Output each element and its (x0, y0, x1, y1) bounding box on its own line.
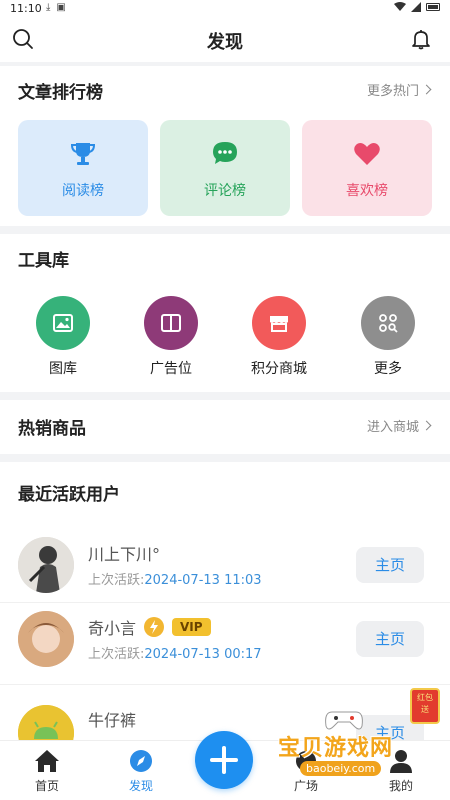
tools-title: 工具库 (18, 251, 69, 271)
chevron-right-icon (421, 420, 432, 431)
ranking-section: 文章排行榜 更多热门 阅读榜 评论榜 喜欢榜 (0, 66, 450, 226)
avatar[interactable] (18, 705, 74, 740)
user-home-button[interactable]: 主页 (356, 547, 424, 583)
user-name: 川上下川° (88, 541, 160, 565)
tool-gallery-circle (36, 296, 90, 350)
user-last-active: 上次活跃:2024-07-13 11:03 (88, 569, 262, 588)
grid-search-icon (379, 314, 398, 333)
last-active-prefix: 上次活跃: (88, 573, 145, 588)
page-title: 发现 (207, 32, 243, 53)
user-row: 奇小言 VIP 上次活跃:2024-07-13 00:17 主页 (0, 602, 450, 674)
rank-comment-label: 评论榜 (204, 183, 246, 199)
status-bar: 11:10 ⤓ ▣ (0, 0, 450, 18)
tab-discover[interactable]: 发现 (111, 749, 171, 794)
rank-read-label: 阅读榜 (62, 183, 104, 199)
tool-gallery-label: 图库 (49, 361, 77, 377)
last-active-time: 2024-07-13 11:03 (144, 573, 262, 588)
bell-icon[interactable] (410, 28, 432, 50)
tool-points-mall[interactable]: 积分商城 (234, 296, 324, 378)
download-icon: ⤓ (46, 2, 51, 13)
tool-more-label: 更多 (374, 361, 402, 377)
compass-icon (130, 750, 152, 772)
wifi-icon (394, 2, 406, 11)
hot-products-title: 热销商品 (18, 419, 86, 439)
last-active-prefix: 上次活跃: (88, 647, 145, 662)
user-name-text: 奇小言 (88, 619, 137, 638)
heart-icon (354, 143, 380, 165)
shop-icon (270, 316, 288, 332)
active-users-title: 最近活跃用户 (18, 485, 120, 505)
ranking-title: 文章排行榜 (18, 83, 103, 103)
book-icon (161, 314, 181, 332)
top-app-bar: 发现 (0, 18, 450, 62)
gamepad-icon (325, 711, 363, 730)
avatar-illustration (18, 611, 74, 667)
android-icon (18, 705, 74, 740)
user-name: 牛仔裤 (88, 707, 136, 731)
tool-more[interactable]: 更多 (343, 296, 433, 378)
app-notification-icon: ▣ (56, 2, 66, 13)
rank-card-comment[interactable]: 评论榜 (160, 120, 290, 216)
red-envelope-icon[interactable]: 红包送 (410, 688, 440, 724)
tab-discover-label: 发现 (128, 779, 153, 793)
tool-ad-circle (144, 296, 198, 350)
signal-icon (411, 2, 421, 12)
more-hot-link[interactable]: 更多热门 (366, 80, 432, 99)
image-icon (53, 314, 73, 332)
trophy-icon (70, 143, 96, 165)
user-name-text: 川上下川° (88, 545, 161, 564)
hot-products-section: 热销商品 进入商城 (0, 400, 450, 454)
tool-mall-circle (252, 296, 306, 350)
tool-ad-label: 广告位 (150, 361, 192, 377)
more-hot-label: 更多热门 (366, 84, 419, 99)
vip-badge: VIP (172, 618, 211, 636)
watermark-text: 宝贝游戏网 (278, 736, 394, 761)
user-last-active: 上次活跃:2024-07-13 00:17 (88, 643, 262, 662)
rank-card-read[interactable]: 阅读榜 (18, 120, 148, 216)
status-right-icons (394, 2, 440, 12)
tool-ad-slot[interactable]: 广告位 (126, 296, 216, 378)
watermark-url: baobeiy.com (300, 761, 382, 776)
status-notification-icons: ⤓ ▣ (46, 2, 66, 13)
avatar[interactable] (18, 537, 74, 593)
chevron-right-icon (421, 84, 432, 95)
battery-icon (426, 3, 440, 11)
tool-mall-label: 积分商城 (251, 361, 307, 377)
user-name: 奇小言 VIP (88, 615, 211, 639)
user-row: 川上下川° 上次活跃:2024-07-13 11:03 主页 (0, 529, 450, 601)
rank-like-label: 喜欢榜 (346, 183, 388, 199)
status-time: 11:10 (10, 2, 42, 15)
avatar[interactable] (18, 611, 74, 667)
chat-bubble-icon (213, 142, 237, 164)
rank-card-like[interactable]: 喜欢榜 (302, 120, 432, 216)
enter-mall-label: 进入商城 (366, 420, 419, 435)
tool-gallery[interactable]: 图库 (18, 296, 108, 378)
enter-mall-link[interactable]: 进入商城 (366, 416, 432, 435)
user-name-text: 牛仔裤 (88, 711, 137, 730)
tab-home[interactable]: 首页 (17, 749, 77, 794)
tab-home-label: 首页 (34, 779, 59, 793)
last-active-time: 2024-07-13 00:17 (144, 647, 262, 662)
user-home-button[interactable]: 主页 (356, 621, 424, 657)
tools-section: 工具库 图库 广告位 积分商城 更多 (0, 234, 450, 392)
create-post-button[interactable] (195, 731, 253, 789)
tool-more-circle (361, 296, 415, 350)
watermark-logo: 宝贝游戏网 baobeiy.com (278, 711, 428, 786)
lightning-badge-icon (144, 617, 165, 637)
avatar-illustration (18, 537, 74, 593)
home-icon (35, 750, 59, 772)
